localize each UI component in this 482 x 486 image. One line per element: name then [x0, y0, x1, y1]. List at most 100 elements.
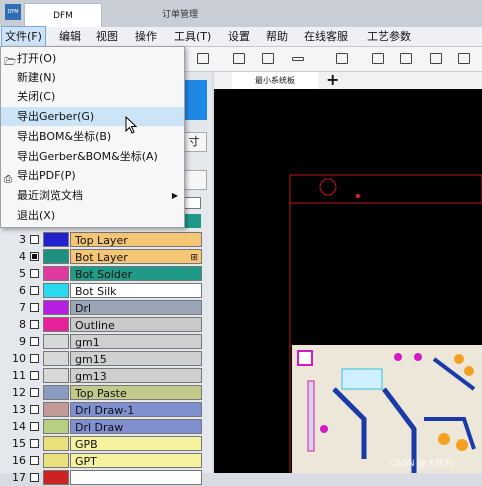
menu-operate[interactable]: 操作: [132, 27, 160, 46]
menu-export-pdf[interactable]: ⎙ 导出PDF(P): [1, 166, 184, 185]
layer-visibility-checkbox[interactable]: [30, 405, 39, 414]
layer-row[interactable]: 13 Drl Draw-1: [10, 401, 202, 418]
tab-dfm[interactable]: DFM: [24, 3, 102, 28]
expand-icon[interactable]: ⊞: [190, 251, 198, 266]
layer-color-swatch[interactable]: [43, 453, 69, 468]
menu-help[interactable]: 帮助: [263, 27, 291, 46]
layer-visibility-checkbox[interactable]: [30, 337, 39, 346]
tab-document[interactable]: 最小系统板: [232, 72, 318, 89]
layer-row[interactable]: 3 Top Layer: [10, 231, 202, 248]
layer-name-text: gm1: [75, 336, 100, 349]
layer-color-swatch[interactable]: [43, 266, 69, 281]
layer-number: 15: [12, 437, 26, 450]
menu-export-bom[interactable]: 导出BOM&坐标(B): [1, 127, 184, 146]
tool-icon[interactable]: [197, 53, 209, 64]
layer-visibility-checkbox[interactable]: [30, 388, 39, 397]
layer-name[interactable]: gm1: [70, 334, 202, 349]
menu-close[interactable]: 关闭(C): [1, 87, 184, 106]
layer-name[interactable]: gm13: [70, 368, 202, 383]
layer-visibility-checkbox[interactable]: [30, 235, 39, 244]
menu-open[interactable]: 🗁 打开(O): [1, 49, 184, 68]
layer-visibility-checkbox[interactable]: [30, 303, 39, 312]
tool-icon[interactable]: [400, 53, 412, 64]
layer-color-swatch[interactable]: [43, 283, 69, 298]
layer-name[interactable]: GPB: [70, 436, 202, 451]
tool-icon[interactable]: [430, 53, 442, 64]
layer-row[interactable]: 4 Bot Layer ⊞: [10, 248, 202, 265]
layer-row[interactable]: 12 Top Paste: [10, 384, 202, 401]
layer-row[interactable]: 5 Bot Solder: [10, 265, 202, 282]
layer-color-swatch[interactable]: [43, 470, 69, 485]
layer-visibility-checkbox[interactable]: [30, 439, 39, 448]
menu-export-all[interactable]: 导出Gerber&BOM&坐标(A): [1, 147, 184, 166]
tab-order-management[interactable]: 订单管理: [100, 3, 260, 27]
layer-name[interactable]: Bot Silk: [70, 283, 202, 298]
layer-color-swatch[interactable]: [43, 334, 69, 349]
layer-row[interactable]: 17: [10, 469, 202, 486]
layer-name[interactable]: gm15: [70, 351, 202, 366]
layer-name[interactable]: Outline: [70, 317, 202, 332]
menu-exit[interactable]: 退出(X): [1, 206, 184, 225]
app-logo: DFM: [5, 4, 21, 20]
layer-name[interactable]: Top Layer: [70, 232, 202, 247]
layer-color-swatch[interactable]: [43, 385, 69, 400]
layer-name[interactable]: Bot Solder: [70, 266, 202, 281]
document-tab-bar: 最小系统板 +: [214, 70, 482, 89]
layer-name-text: Top Paste: [75, 387, 127, 400]
layer-row[interactable]: 16 GPT: [10, 452, 202, 469]
layer-visibility-checkbox[interactable]: [30, 286, 39, 295]
menu-settings[interactable]: 设置: [225, 27, 253, 46]
layer-row[interactable]: 6 Bot Silk: [10, 282, 202, 299]
tool-icon[interactable]: [372, 53, 384, 64]
layer-row[interactable]: 8 Outline: [10, 316, 202, 333]
menu-file[interactable]: 文件(F): [1, 26, 46, 47]
layer-visibility-checkbox[interactable]: [30, 252, 39, 261]
menu-tools[interactable]: 工具(T): [171, 27, 214, 46]
menu-export-gerber[interactable]: 导出Gerber(G): [1, 107, 184, 126]
menu-new[interactable]: 新建(N): [1, 68, 184, 87]
layer-visibility-checkbox[interactable]: [30, 354, 39, 363]
layer-name[interactable]: [70, 470, 202, 485]
layer-color-swatch[interactable]: [43, 351, 69, 366]
menu-online-support[interactable]: 在线客服: [301, 27, 351, 46]
layer-color-swatch[interactable]: [43, 317, 69, 332]
layer-color-swatch[interactable]: [43, 368, 69, 383]
layer-color-swatch[interactable]: [43, 402, 69, 417]
layer-visibility-checkbox[interactable]: [30, 422, 39, 431]
menu-view[interactable]: 视图: [93, 27, 121, 46]
tool-icon[interactable]: [458, 53, 470, 64]
tool-icon[interactable]: [336, 53, 348, 64]
menu-process-params[interactable]: 工艺参数: [364, 27, 414, 46]
layer-number: 10: [12, 352, 26, 365]
tool-icon[interactable]: [262, 53, 274, 64]
layer-color-swatch[interactable]: [43, 232, 69, 247]
layer-name-text: Drl Draw-1: [75, 404, 135, 417]
layer-row[interactable]: 14 Drl Draw: [10, 418, 202, 435]
layer-visibility-checkbox[interactable]: [30, 456, 39, 465]
layer-row[interactable]: 11 gm13: [10, 367, 202, 384]
layer-color-swatch[interactable]: [43, 249, 69, 264]
layer-name[interactable]: Drl Draw-1: [70, 402, 202, 417]
layer-name[interactable]: Top Paste: [70, 385, 202, 400]
menu-edit[interactable]: 编辑: [56, 27, 84, 46]
layer-visibility-checkbox[interactable]: [30, 320, 39, 329]
tool-icon[interactable]: [233, 53, 245, 64]
layer-row[interactable]: 10 gm15: [10, 350, 202, 367]
tool-icon[interactable]: [292, 57, 304, 61]
layer-row[interactable]: 15 GPB: [10, 435, 202, 452]
layer-name[interactable]: Drl Draw: [70, 419, 202, 434]
layer-visibility-checkbox[interactable]: [30, 371, 39, 380]
pcb-canvas[interactable]: [214, 89, 482, 473]
layer-visibility-checkbox[interactable]: [30, 473, 39, 482]
layer-color-swatch[interactable]: [43, 419, 69, 434]
layer-name[interactable]: Drl: [70, 300, 202, 315]
add-tab-icon[interactable]: +: [326, 70, 339, 89]
menu-recent-docs[interactable]: 最近浏览文档 ▶: [1, 186, 184, 205]
layer-color-swatch[interactable]: [43, 300, 69, 315]
layer-visibility-checkbox[interactable]: [30, 269, 39, 278]
layer-row[interactable]: 7 Drl: [10, 299, 202, 316]
layer-name[interactable]: Bot Layer ⊞: [70, 249, 202, 264]
layer-name[interactable]: GPT: [70, 453, 202, 468]
layer-row[interactable]: 9 gm1: [10, 333, 202, 350]
layer-color-swatch[interactable]: [43, 436, 69, 451]
